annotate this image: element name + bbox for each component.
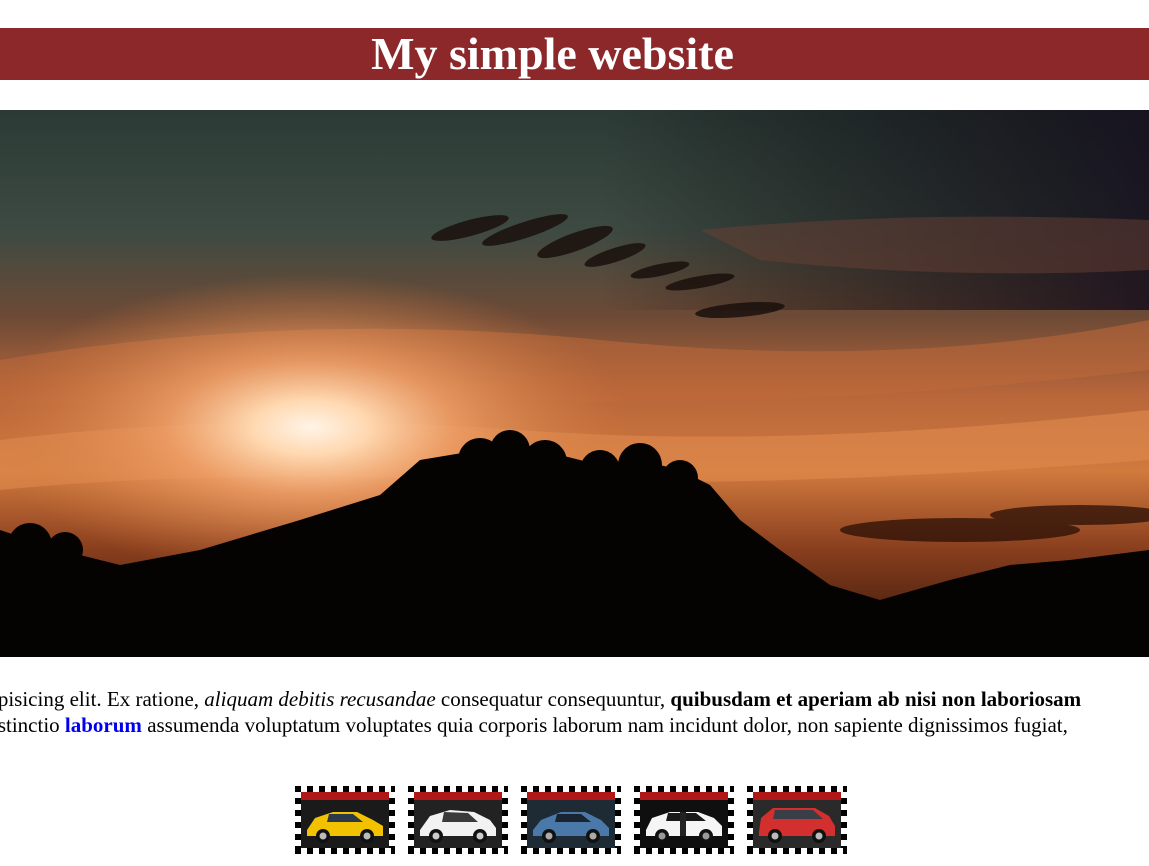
intro-line-2: istinctio laborum assumenda voluptatum v… [0,712,1149,738]
intro-line-2-text-a: istinctio [0,713,60,737]
red-suv-thumbnail [753,792,841,848]
intro-bold-phrase: quibusdam et aperiam ab nisi non laborio… [670,687,1082,711]
gallery-thumbnail-2[interactable] [408,786,508,854]
laborum-link[interactable]: laborum [65,713,142,737]
black-white-car-thumbnail [640,792,728,848]
hero-image [0,110,1149,657]
intro-italic-phrase: aliquam debitis recusandae [204,687,436,711]
site-header: My simple website [0,28,1149,80]
intro-line-2-text-b: assumenda voluptatum voluptates quia cor… [141,713,1068,737]
site-title: My simple website [371,28,734,79]
intro-line-1-text-a: ipisicing elit. Ex ratione, [0,687,205,711]
gallery-thumbnail-4[interactable] [634,786,734,854]
gallery-thumbnail-1[interactable] [295,786,395,854]
white-car-thumbnail [414,792,502,848]
car-gallery [295,786,847,854]
page: My simple website ipisicing elit. Ex rat… [0,0,1149,866]
blue-car-thumbnail [527,792,615,848]
gallery-thumbnail-5[interactable] [747,786,847,854]
yellow-car-thumbnail [301,792,389,848]
intro-line-1: ipisicing elit. Ex ratione, aliquam debi… [0,686,1149,712]
gallery-thumbnail-3[interactable] [521,786,621,854]
intro-paragraph: ipisicing elit. Ex ratione, aliquam debi… [0,686,1149,738]
intro-line-1-text-b: consequatur consequuntur, [435,687,671,711]
